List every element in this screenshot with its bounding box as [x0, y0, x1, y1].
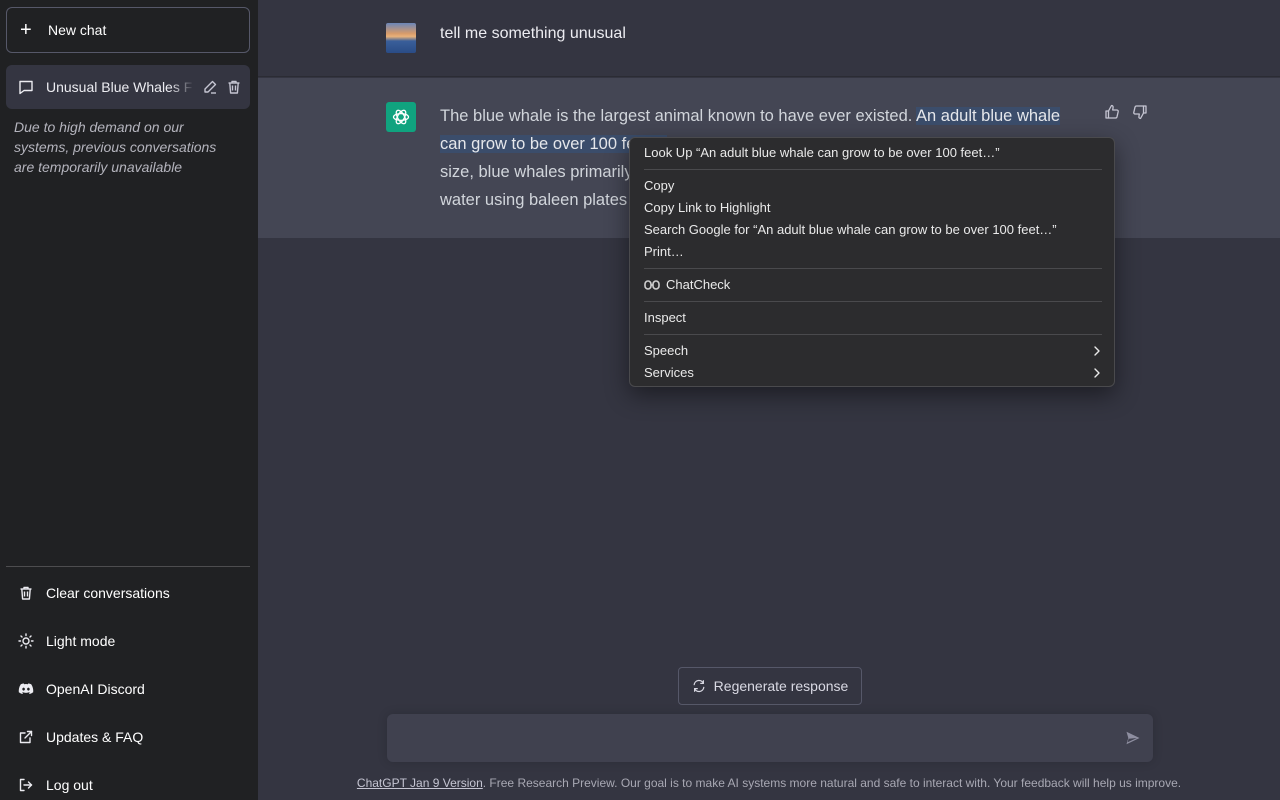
updates-faq-link[interactable]: Updates & FAQ [6, 715, 250, 759]
message-input[interactable] [403, 727, 1103, 749]
menu-item-chatcheck[interactable]: ChatCheck [644, 275, 730, 295]
user-message: tell me something unusual [440, 25, 626, 42]
sidebar: + New chat Unusual Blue Whales F Due to … [0, 0, 258, 800]
logout-icon [19, 778, 33, 792]
conversation-title: Unusual Blue Whales F [46, 79, 194, 95]
thumbs-up-icon[interactable] [1104, 104, 1120, 120]
sun-icon [18, 633, 34, 649]
light-mode-button[interactable]: Light mode [6, 619, 250, 663]
menu-item-copy-link[interactable]: Copy Link to Highlight [644, 198, 770, 218]
menu-item-search-google[interactable]: Search Google for “An adult blue whale c… [644, 220, 1057, 240]
clear-conversations-button[interactable]: Clear conversations [6, 571, 250, 615]
light-mode-label: Light mode [46, 633, 116, 649]
plus-icon: + [20, 19, 32, 41]
thumbs-down-icon[interactable] [1132, 104, 1148, 120]
user-avatar [386, 23, 416, 53]
assistant-text-line4: water using baleen plates [440, 191, 628, 209]
openai-discord-label: OpenAI Discord [46, 681, 145, 697]
chevron-right-icon [1094, 346, 1100, 356]
menu-separator [644, 334, 1102, 335]
conversation-item[interactable]: Unusual Blue Whales F [6, 65, 250, 109]
user-message-row: tell me something unusual [258, 0, 1280, 77]
menu-item-services[interactable]: Services [644, 363, 694, 383]
new-chat-button[interactable]: + New chat [6, 7, 250, 53]
feedback-buttons [1104, 104, 1148, 120]
menu-item-inspect[interactable]: Inspect [644, 308, 686, 328]
delete-icon[interactable] [226, 79, 242, 95]
send-icon[interactable] [1125, 730, 1141, 746]
menu-separator [644, 268, 1102, 269]
chatcheck-label: ChatCheck [666, 277, 731, 292]
footer-text: . Free Research Preview. Our goal is to … [482, 776, 1182, 790]
menu-item-print[interactable]: Print… [644, 242, 684, 262]
regenerate-response-label: Regenerate response [713, 678, 849, 694]
footer: ChatGPT Jan 9 Version. Free Research Pre… [258, 776, 1280, 790]
version-link[interactable]: ChatGPT Jan 9 Version [357, 776, 483, 790]
refresh-icon [693, 679, 705, 693]
menu-item-look-up[interactable]: Look Up “An adult blue whale can grow to… [644, 143, 1000, 163]
log-out-label: Log out [46, 777, 93, 793]
chatgpt-logo-icon [386, 102, 416, 132]
sidebar-divider [6, 566, 250, 567]
updates-faq-label: Updates & FAQ [46, 729, 144, 745]
context-menu: Look Up “An adult blue whale can grow to… [629, 137, 1115, 387]
chat-bubble-icon [19, 80, 33, 95]
menu-separator [644, 169, 1102, 170]
assistant-text-start: The blue whale is the largest animal kno… [440, 107, 917, 125]
chevron-right-icon [1094, 368, 1100, 378]
trash-icon [20, 586, 32, 600]
menu-separator [644, 301, 1102, 302]
menu-item-copy[interactable]: Copy [644, 176, 674, 196]
log-out-button[interactable]: Log out [6, 763, 250, 800]
message-composer [387, 714, 1153, 762]
edit-icon[interactable] [202, 79, 218, 95]
external-link-icon [19, 730, 33, 744]
chat-main: tell me something unusual The blue whale… [258, 0, 1280, 800]
menu-item-speech[interactable]: Speech [644, 341, 688, 361]
assistant-text-line3: size, blue whales primarily [440, 163, 633, 181]
regenerate-response-button[interactable]: Regenerate response [678, 667, 862, 705]
discord-icon [18, 683, 34, 694]
chatcheck-icon [644, 280, 660, 290]
history-unavailable-notice: Due to high demand on our systems, previ… [14, 119, 217, 175]
new-chat-label: New chat [48, 22, 107, 38]
clear-conversations-label: Clear conversations [46, 585, 170, 601]
openai-discord-link[interactable]: OpenAI Discord [6, 667, 250, 711]
